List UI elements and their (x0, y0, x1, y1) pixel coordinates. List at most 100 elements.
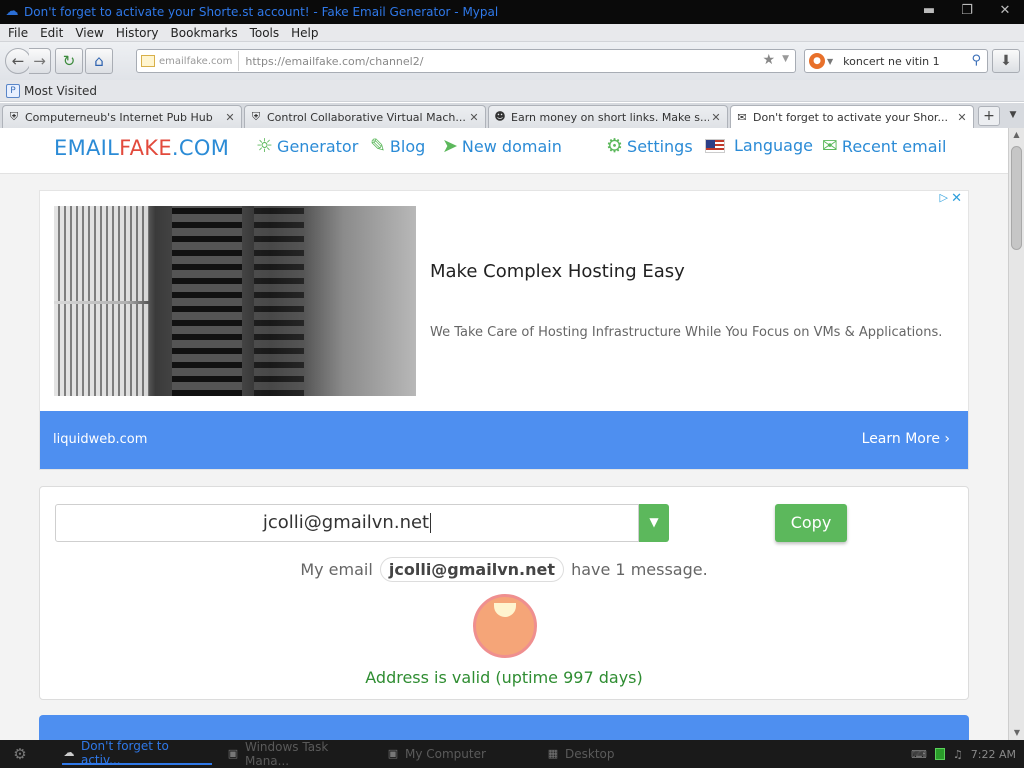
list-all-tabs-button[interactable]: ▼ (1004, 106, 1022, 126)
task-desktop[interactable]: ▦ Desktop (546, 743, 666, 765)
menu-help[interactable]: Help (291, 26, 318, 40)
menu-history[interactable]: History (116, 26, 159, 40)
menu-tools[interactable]: Tools (250, 26, 280, 40)
lightbulb-icon: ☼ (256, 135, 274, 157)
search-bar[interactable]: ● ▼ koncert ne vitin 1 ⚲ (804, 49, 988, 73)
envelope-open-icon: ✉ (822, 135, 838, 157)
downloads-button[interactable]: ⬇ (992, 49, 1020, 73)
vertical-scrollbar[interactable]: ▲ ▼ (1008, 128, 1024, 740)
avatar-icon: ☻ (494, 110, 506, 123)
task-task-manager[interactable]: ▣ Windows Task Mana... (226, 740, 376, 768)
tab-label: Don't forget to activate your Shor... (753, 111, 948, 124)
reload-button[interactable]: ↻ (55, 48, 83, 74)
us-flag-icon (705, 138, 725, 153)
menu-bookmarks[interactable]: Bookmarks (171, 26, 238, 40)
menu-file[interactable]: File (8, 26, 28, 40)
url-dropdown-icon[interactable]: ▼ (782, 54, 789, 64)
scroll-up-icon[interactable]: ▲ (1009, 128, 1024, 142)
scrollbar-thumb[interactable] (1011, 146, 1022, 250)
close-ad-icon[interactable]: ✕ (951, 191, 962, 206)
adchoices-icon[interactable]: ▷ (940, 191, 948, 204)
tab-earn-money[interactable]: ☻ Earn money on short links. Make s... ✕ (488, 105, 728, 128)
advertisement[interactable]: ▷ ✕ Make Complex Hosting Easy We Take Ca… (39, 190, 969, 470)
site-logo[interactable]: EMAILFAKE.COM (54, 136, 229, 160)
close-tab-icon[interactable]: ✕ (955, 111, 969, 124)
inbox-header-bar (39, 715, 969, 740)
task-my-computer[interactable]: ▣ My Computer (386, 743, 526, 765)
task-label: My Computer (405, 747, 486, 761)
url-bar[interactable]: emailfake.com https://emailfake.com/chan… (136, 49, 796, 73)
tab-strip: ⛨ Computerneub's Internet Pub Hub ✕ ⛨ Co… (0, 103, 1024, 129)
loading-spinner-icon (473, 594, 537, 658)
ad-footer-bar[interactable]: liquidweb.com Learn More › (40, 411, 968, 469)
bookmark-star-icon[interactable]: ★ (762, 52, 775, 68)
server-rack-image[interactable] (54, 206, 416, 396)
clock[interactable]: 7:22 AM (971, 748, 1016, 761)
text-caret (430, 513, 432, 533)
logo-com: .COM (171, 136, 230, 160)
msg-email-pill: jcolli@gmailvn.net (379, 557, 564, 582)
task-browser[interactable]: ☁ Don't forget to activ... (62, 739, 212, 767)
nav-blog[interactable]: ✎ Blog (370, 136, 425, 156)
window-title: Don't forget to activate your Shorte.st … (24, 5, 499, 19)
site-identity-button[interactable]: emailfake.com (139, 51, 240, 71)
domain-dropdown-button[interactable]: ▼ (639, 504, 669, 542)
tab-computerneub[interactable]: ⛨ Computerneub's Internet Pub Hub ✕ (2, 105, 242, 128)
nav-blog-label: Blog (389, 136, 426, 156)
reload-icon: ↻ (62, 52, 76, 70)
back-button[interactable]: ← (5, 48, 31, 74)
menu-bar: File Edit View History Bookmarks Tools H… (0, 24, 1024, 42)
copy-button[interactable]: Copy (775, 504, 847, 542)
menu-view[interactable]: View (75, 26, 103, 40)
task-label: Don't forget to activ... (80, 739, 169, 767)
most-visited-bookmark[interactable]: Most Visited (24, 84, 97, 98)
browser-logo-icon: ☁ (63, 746, 75, 759)
home-icon: ⌂ (94, 52, 104, 70)
most-visited-icon: P (6, 83, 20, 98)
msg-suffix: have 1 message. (571, 560, 708, 579)
gear-icon: ⚙ (606, 135, 624, 157)
nav-generator-label: Generator (277, 136, 359, 156)
sound-icon[interactable]: ♫ (953, 748, 963, 761)
keyboard-icon[interactable]: ⌨ (911, 748, 927, 761)
caret-down-icon: ▼ (649, 515, 659, 529)
tab-fake-email-active[interactable]: ✉ Don't forget to activate your Shor... … (730, 105, 974, 129)
site-header: EMAILFAKE.COM ☼ Generator ✎ Blog ➤ New d… (0, 128, 1008, 174)
maximize-button[interactable]: ❐ (948, 0, 986, 24)
nav-recent-email[interactable]: ✉ Recent email (822, 136, 946, 156)
nav-settings[interactable]: ⚙ Settings (606, 136, 693, 156)
envelope-icon: ✉ (737, 110, 747, 124)
search-input[interactable]: koncert ne vitin 1 (843, 55, 939, 68)
ad-title[interactable]: Make Complex Hosting Easy (430, 261, 685, 282)
search-icon[interactable]: ⚲ (971, 53, 981, 68)
scroll-down-icon[interactable]: ▼ (1009, 726, 1024, 740)
home-button[interactable]: ⌂ (85, 48, 113, 74)
forward-button[interactable]: → (29, 48, 51, 74)
search-engine-icon[interactable]: ● (809, 53, 825, 69)
url-text[interactable]: https://emailfake.com/channel2/ (245, 55, 423, 68)
engine-dropdown-icon[interactable]: ▼ (827, 57, 833, 66)
start-button[interactable]: ⚙ (0, 740, 40, 768)
close-tab-icon[interactable]: ✕ (223, 111, 237, 124)
nav-new-domain[interactable]: ➤ New domain (442, 136, 562, 156)
close-tab-icon[interactable]: ✕ (709, 111, 723, 124)
ad-domain: liquidweb.com (53, 432, 148, 447)
learn-more-button[interactable]: Learn More › (862, 431, 950, 447)
tab-control-collaborative[interactable]: ⛨ Control Collaborative Virtual Mach... … (244, 105, 486, 128)
email-address-field[interactable]: jcolli@gmailvn.net (55, 504, 639, 542)
minimize-button[interactable]: ▬ (910, 0, 948, 24)
chevron-right-icon: › (944, 431, 950, 447)
tab-label: Earn money on short links. Make s... (511, 110, 709, 124)
menu-edit[interactable]: Edit (40, 26, 63, 40)
close-tab-icon[interactable]: ✕ (467, 111, 481, 124)
nav-generator[interactable]: ☼ Generator (256, 136, 358, 156)
computer-icon: ▣ (387, 747, 399, 760)
nav-language[interactable]: Language (705, 136, 813, 155)
close-window-button[interactable]: ✕ (986, 0, 1024, 24)
new-tab-button[interactable]: + (978, 106, 1000, 126)
network-icon[interactable] (934, 748, 945, 760)
email-card: jcolli@gmailvn.net ▼ Copy My email jcoll… (39, 486, 969, 700)
shield-icon: ⛨ (9, 110, 19, 123)
plus-icon: + (983, 108, 995, 124)
message-count-line: My email jcolli@gmailvn.net have 1 messa… (40, 557, 968, 582)
